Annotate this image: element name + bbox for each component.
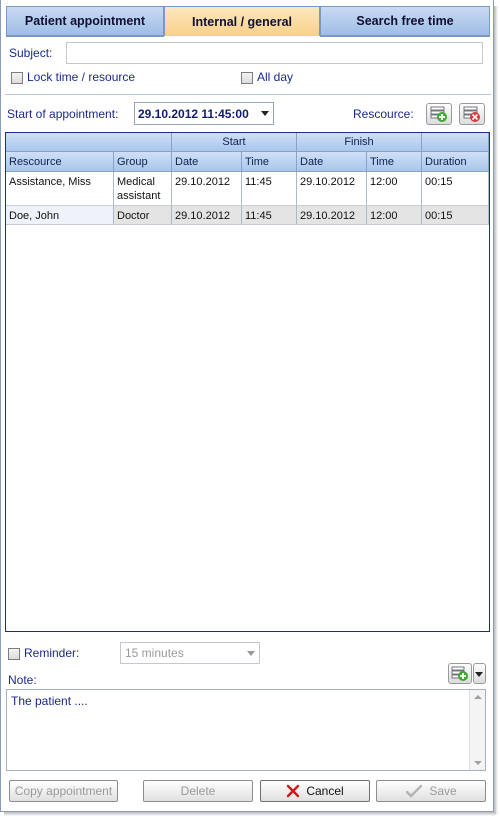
close-icon — [287, 784, 300, 798]
all-day-label: All day — [257, 70, 294, 84]
cell-finish-date[interactable]: 29.10.2012 — [297, 172, 367, 206]
tab-bar: Patient appointment Internal / general S… — [6, 6, 490, 36]
tab-internal-general[interactable]: Internal / general — [164, 6, 320, 36]
save-label: Save — [429, 784, 457, 798]
reminder-label: Reminder: — [24, 646, 80, 660]
column-header-finish-date[interactable]: Date — [297, 152, 367, 172]
add-icon — [430, 106, 447, 122]
note-text: The patient .... — [11, 694, 88, 708]
chevron-down-icon — [261, 111, 269, 116]
column-header-start-time[interactable]: Time — [242, 152, 297, 172]
note-textarea[interactable]: The patient .... — [6, 689, 486, 771]
column-header-finish-time[interactable]: Time — [367, 152, 422, 172]
remove-icon — [463, 106, 480, 122]
checkmark-icon — [406, 784, 423, 798]
column-header-start-date[interactable]: Date — [172, 152, 242, 172]
reminder-select[interactable]: 15 minutes — [120, 642, 260, 664]
start-datetime-combo[interactable]: 29.10.2012 11:45:00 — [134, 102, 274, 125]
column-header-group[interactable]: Group — [114, 152, 172, 172]
tab-search-free-time[interactable]: Search free time — [320, 6, 490, 36]
scroll-down-icon[interactable] — [474, 761, 482, 765]
cell-duration[interactable]: 00:15 — [422, 206, 489, 225]
cell-start-time[interactable]: 11:45 — [242, 172, 297, 206]
cell-finish-date[interactable]: 29.10.2012 — [297, 206, 367, 225]
tab-underline-left — [6, 35, 164, 37]
note-label: Note: — [8, 673, 37, 687]
tab-patient-appointment[interactable]: Patient appointment — [6, 6, 164, 36]
section-divider — [5, 94, 491, 95]
lock-time-label: Lock time / resource — [27, 70, 136, 84]
note-template-dropdown[interactable] — [473, 663, 486, 684]
cancel-label: Cancel — [306, 784, 344, 798]
cell-resource[interactable]: Doe, John — [6, 206, 114, 225]
grid-group-header-empty — [6, 133, 172, 152]
chevron-down-icon — [475, 672, 483, 677]
dialog-shadow-right — [494, 6, 498, 814]
dialog-shadow-bottom — [4, 812, 496, 816]
cell-finish-time[interactable]: 12:00 — [367, 172, 422, 206]
cell-resource[interactable]: Assistance, Miss — [6, 172, 114, 206]
delete-button[interactable]: Delete — [143, 780, 253, 802]
grid-group-header-start: Start — [172, 133, 297, 152]
all-day-checkbox[interactable] — [241, 72, 253, 84]
cell-start-time[interactable]: 11:45 — [242, 206, 297, 225]
tab-underline-right — [320, 35, 490, 37]
start-label: Start of appointment: — [7, 107, 119, 121]
cancel-button[interactable]: Cancel — [260, 780, 370, 802]
start-datetime-value: 29.10.2012 11:45:00 — [138, 106, 249, 121]
subject-input[interactable] — [66, 42, 483, 64]
subject-label: Subject: — [9, 46, 53, 60]
column-header-duration[interactable]: Duration — [422, 152, 489, 172]
cell-finish-time[interactable]: 12:00 — [367, 206, 422, 225]
cell-group[interactable]: Medical assistant — [114, 172, 172, 206]
cell-group[interactable]: Doctor — [114, 206, 172, 225]
chevron-down-icon — [247, 651, 255, 656]
note-template-button[interactable] — [448, 663, 472, 684]
column-header-resource[interactable]: Rescource — [6, 152, 114, 172]
copy-appointment-button[interactable]: Copy appointment — [9, 780, 118, 802]
cell-start-date[interactable]: 29.10.2012 — [172, 172, 242, 206]
reminder-checkbox[interactable] — [8, 648, 20, 660]
save-button[interactable]: Save — [376, 780, 486, 802]
grid-group-header-finish: Finish — [297, 133, 422, 152]
remove-resource-button[interactable] — [459, 103, 485, 125]
lock-time-checkbox[interactable] — [11, 72, 23, 84]
cell-duration[interactable]: 00:15 — [422, 172, 489, 206]
resource-label: Rescource: — [353, 107, 414, 121]
grid-group-header-end — [422, 133, 489, 152]
add-icon — [451, 666, 468, 681]
resource-grid: Start Finish Rescource Group Date Time D… — [5, 132, 490, 632]
cell-start-date[interactable]: 29.10.2012 — [172, 206, 242, 225]
add-resource-button[interactable] — [426, 103, 452, 125]
scroll-up-icon[interactable] — [474, 695, 482, 699]
reminder-value: 15 minutes — [125, 646, 184, 660]
note-scrollbar[interactable] — [469, 690, 485, 770]
